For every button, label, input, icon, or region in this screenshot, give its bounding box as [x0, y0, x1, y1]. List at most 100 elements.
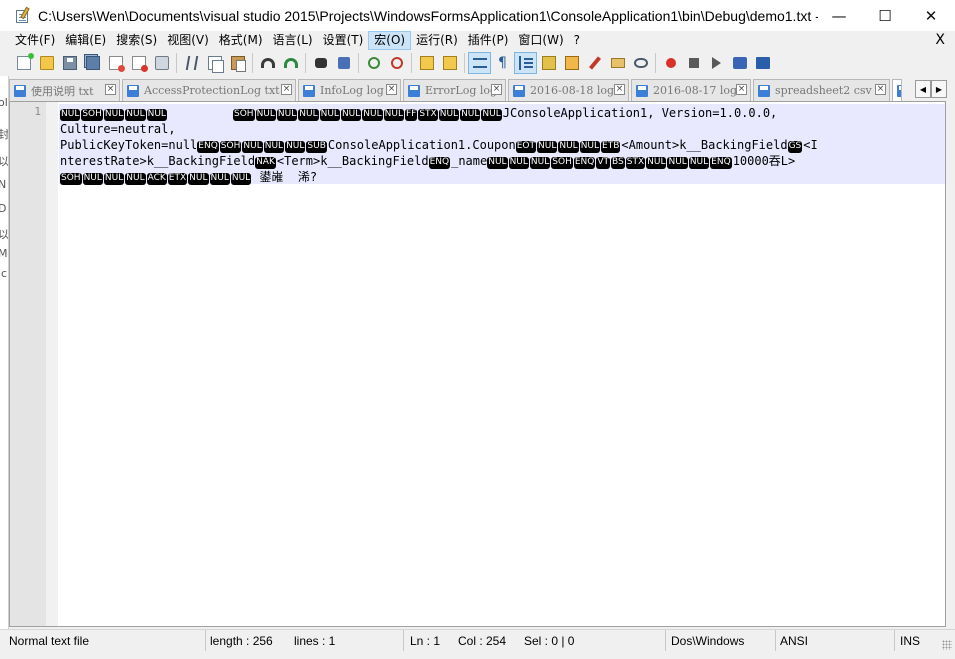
- control-char-token: NUL: [537, 141, 558, 153]
- document-tab[interactable]: 使用说明 txt ×: [9, 79, 120, 101]
- show-all-chars-button[interactable]: ¶: [491, 52, 514, 74]
- menu-item[interactable]: 插件(P): [463, 31, 514, 50]
- menu-item[interactable]: 设置(T): [318, 31, 369, 50]
- cut-button[interactable]: [180, 52, 203, 74]
- menu-item[interactable]: 视图(V): [162, 31, 214, 50]
- print-button[interactable]: [150, 52, 173, 74]
- control-char-token: NUL: [646, 157, 667, 169]
- stop-macro-button[interactable]: [682, 52, 705, 74]
- find-button[interactable]: [309, 52, 332, 74]
- text-editor[interactable]: 1 NUL SOH NUL NUL NUL SOH NUL NUL NUL NUL NUL NUL N…: [9, 101, 946, 627]
- close-document-button[interactable]: X: [935, 31, 945, 50]
- document-tab[interactable]: AccessProtectionLog txt ×: [122, 79, 296, 101]
- paste-button[interactable]: [226, 52, 249, 74]
- status-length: length : 256: [210, 634, 273, 648]
- control-char-token: NUL: [103, 173, 125, 185]
- paste-icon: [230, 56, 246, 72]
- function-list-button[interactable]: [583, 52, 606, 74]
- replace-button[interactable]: [332, 52, 355, 74]
- menu-item[interactable]: 宏(O): [368, 31, 412, 50]
- zoom-in-button[interactable]: [362, 52, 385, 74]
- menu-item[interactable]: 格式(M): [214, 31, 268, 50]
- save-all-button[interactable]: [81, 52, 104, 74]
- tab-close-icon[interactable]: ×: [614, 84, 625, 95]
- status-bar: Normal text file length : 256 lines : 1 …: [0, 629, 955, 652]
- menu-item[interactable]: 编辑(E): [60, 31, 111, 50]
- save-macro-button[interactable]: [751, 52, 774, 74]
- open-file-button[interactable]: [35, 52, 58, 74]
- folder-workspace-button[interactable]: [606, 52, 629, 74]
- zoom-out-button[interactable]: [385, 52, 408, 74]
- menu-item[interactable]: 搜索(S): [111, 31, 162, 50]
- document-map-button[interactable]: [560, 52, 583, 74]
- redo-button[interactable]: [279, 52, 302, 74]
- undo-button[interactable]: [256, 52, 279, 74]
- tab-close-icon[interactable]: ×: [105, 84, 116, 95]
- maximize-button[interactable]: ☐: [862, 0, 908, 31]
- control-char-token: NUL: [255, 109, 276, 121]
- control-char-token: NAK: [255, 157, 276, 169]
- close-all-button[interactable]: [127, 52, 150, 74]
- close-all-icon: [131, 56, 148, 72]
- close-window-button[interactable]: ✕: [908, 0, 954, 31]
- tab-close-icon[interactable]: ×: [386, 84, 397, 95]
- control-char-token: NUL: [276, 109, 298, 121]
- save-button[interactable]: [58, 52, 81, 74]
- control-char-token: NUL: [209, 173, 230, 185]
- status-eol-format: Dos\Windows: [668, 630, 776, 652]
- control-char-token: STX: [418, 109, 438, 121]
- record-macro-icon: [665, 58, 676, 68]
- code-text: <Amount>k__BackingField: [621, 138, 788, 152]
- sync-horizontal-button[interactable]: [438, 52, 461, 74]
- control-char-token: NUL: [667, 157, 688, 169]
- control-char-token: SOH: [60, 173, 82, 185]
- record-macro-button[interactable]: [659, 52, 682, 74]
- control-char-token: NUL: [460, 109, 481, 121]
- play-macro-button[interactable]: [705, 52, 728, 74]
- side-panel[interactable]: ol封以ND以Mlc: [0, 76, 9, 629]
- menu-item[interactable]: ?: [569, 31, 585, 50]
- minimize-button[interactable]: —: [816, 0, 862, 31]
- save-macro-icon: [755, 57, 770, 69]
- tab-close-icon[interactable]: ×: [875, 84, 886, 95]
- menu-item[interactable]: 窗口(W): [513, 31, 568, 50]
- new-file-icon: [16, 53, 34, 70]
- zoom-in-icon: [367, 57, 380, 69]
- document-tab[interactable]: InfoLog log ×: [298, 79, 401, 101]
- menu-item[interactable]: 运行(R): [411, 31, 463, 50]
- side-panel-text: 以: [0, 153, 8, 169]
- document-tab[interactable]: 2016-08-18 log ×: [508, 79, 629, 101]
- document-tab[interactable]: 2016-08-17 log ×: [631, 79, 751, 101]
- control-char-token: SUB: [306, 141, 327, 153]
- monitoring-button[interactable]: [629, 52, 652, 74]
- control-char-token: SOH: [232, 109, 255, 121]
- tab-scroll-right-button[interactable]: ▶: [931, 80, 947, 98]
- tab-close-icon[interactable]: ×: [281, 84, 292, 95]
- open-file-icon: [39, 56, 54, 70]
- copy-button[interactable]: [203, 52, 226, 74]
- code-text: 10000吞L>: [732, 154, 796, 168]
- control-char-token: NUL: [82, 173, 103, 185]
- tab-close-icon[interactable]: ×: [491, 84, 502, 95]
- sync-vertical-button[interactable]: [415, 52, 438, 74]
- document-tab[interactable]: spreadsheet2 csv ×: [753, 79, 890, 101]
- document-tab[interactable]: ErrorLog log ×: [403, 79, 506, 101]
- tab-scroll-left-button[interactable]: ◀: [915, 80, 931, 98]
- run-macro-multiple-button[interactable]: [728, 52, 751, 74]
- user-language-button[interactable]: [537, 52, 560, 74]
- indent-guide-button[interactable]: [514, 52, 537, 74]
- word-wrap-button[interactable]: [468, 52, 491, 74]
- control-char-token: VT: [596, 157, 611, 169]
- zoom-out-icon: [390, 57, 403, 69]
- code-line: Culture=neutral,: [60, 121, 176, 137]
- tab-close-icon[interactable]: ×: [736, 84, 747, 95]
- resize-grip-icon[interactable]: [942, 640, 952, 650]
- document-map-icon: [564, 56, 579, 70]
- new-file-button[interactable]: [12, 52, 35, 74]
- menu-item[interactable]: 语言(L): [268, 31, 318, 50]
- menu-item[interactable]: 文件(F): [10, 31, 60, 50]
- control-char-token: NUL: [688, 157, 710, 169]
- close-button[interactable]: [104, 52, 127, 74]
- document-tab[interactable]: [892, 79, 902, 101]
